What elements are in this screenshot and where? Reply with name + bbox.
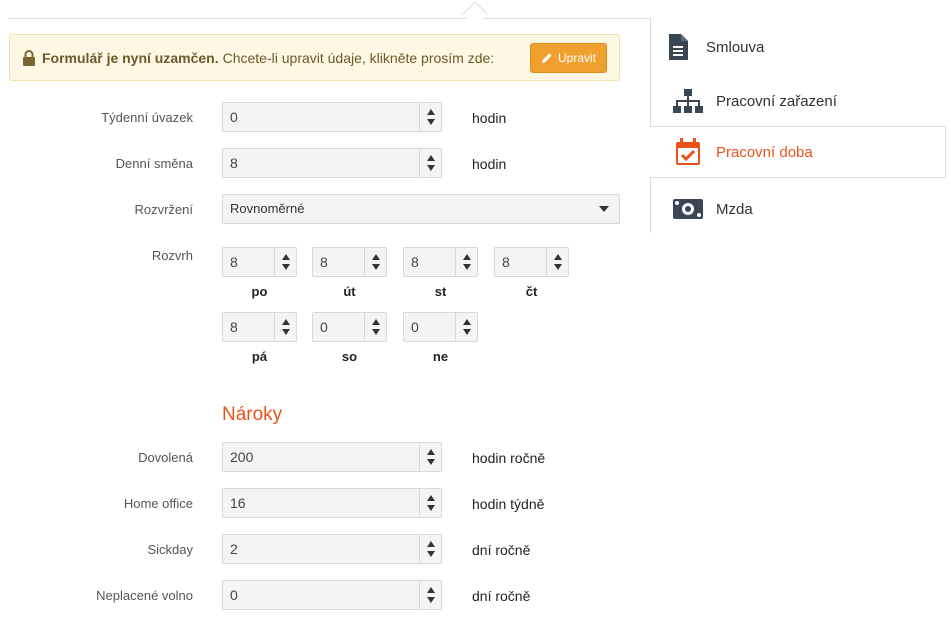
unpaid-leave-unit: dní ročně bbox=[472, 588, 531, 604]
day-label-ut: út bbox=[343, 284, 356, 299]
vacation-unit: hodin ročně bbox=[472, 450, 546, 466]
vacation-label: Dovolená bbox=[138, 450, 193, 465]
day-input-ct[interactable]: 8 bbox=[494, 247, 569, 277]
nav-item-working-hours[interactable]: Pracovní doba bbox=[650, 126, 946, 178]
day-input-st[interactable]: 8 bbox=[403, 247, 478, 277]
org-chart-icon bbox=[668, 88, 708, 114]
nav-label-position: Pracovní zařazení bbox=[716, 92, 837, 110]
home-office-unit: hodin týdně bbox=[472, 496, 545, 512]
day-label-st: st bbox=[434, 284, 447, 299]
day-input-po[interactable]: 8 bbox=[222, 247, 297, 277]
day-input-ne[interactable]: 0 bbox=[403, 312, 478, 342]
nav-label-working-hours: Pracovní doba bbox=[716, 143, 813, 161]
daily-shift-stepper[interactable] bbox=[419, 149, 441, 177]
daily-shift-unit: hodin bbox=[472, 156, 507, 172]
sickday-stepper[interactable] bbox=[419, 535, 441, 563]
alert-text: Chcete-li upravit údaje, klikněte prosím… bbox=[222, 49, 495, 66]
divider-caret bbox=[462, 1, 488, 27]
day-stepper[interactable] bbox=[274, 248, 296, 276]
weekly-hours-unit: hodin bbox=[472, 110, 507, 126]
day-stepper[interactable] bbox=[364, 313, 386, 341]
day-input-ut[interactable]: 8 bbox=[312, 247, 387, 277]
day-input-pa[interactable]: 8 bbox=[222, 312, 297, 342]
vacation-input[interactable]: 200 bbox=[222, 442, 442, 472]
weekly-hours-value: 0 bbox=[230, 109, 238, 125]
nav-item-contract[interactable]: Smlouva bbox=[650, 21, 946, 73]
daily-shift-label: Denní směna bbox=[115, 156, 193, 171]
nav-label-salary: Mzda bbox=[716, 200, 753, 218]
vacation-stepper[interactable] bbox=[419, 443, 441, 471]
document-icon bbox=[658, 33, 698, 61]
day-value: 8 bbox=[230, 319, 238, 335]
home-office-value: 16 bbox=[230, 495, 246, 511]
home-office-stepper[interactable] bbox=[419, 489, 441, 517]
money-icon bbox=[668, 198, 708, 220]
weekly-hours-stepper[interactable] bbox=[419, 103, 441, 131]
unpaid-leave-label: Neplacené volno bbox=[96, 588, 193, 603]
day-label-so: so bbox=[341, 349, 358, 364]
weekly-hours-label: Týdenní úvazek bbox=[101, 110, 193, 125]
top-divider bbox=[8, 18, 651, 19]
day-value: 8 bbox=[502, 254, 510, 270]
unpaid-leave-stepper[interactable] bbox=[419, 581, 441, 609]
day-label-po: po bbox=[251, 284, 268, 299]
daily-shift-input[interactable]: 8 bbox=[222, 148, 442, 178]
vacation-value: 200 bbox=[230, 449, 254, 465]
locked-alert: Formulář je nyní uzamčen. Chcete-li upra… bbox=[9, 34, 620, 81]
calendar-check-icon bbox=[668, 138, 708, 166]
day-value: 0 bbox=[320, 319, 328, 335]
day-label-ne: ne bbox=[432, 349, 449, 364]
day-input-so[interactable]: 0 bbox=[312, 312, 387, 342]
lock-icon bbox=[23, 49, 35, 66]
unpaid-leave-input[interactable]: 0 bbox=[222, 580, 442, 610]
day-stepper[interactable] bbox=[455, 248, 477, 276]
edit-button[interactable]: Upravit bbox=[530, 43, 607, 73]
sickday-input[interactable]: 2 bbox=[222, 534, 442, 564]
day-value: 0 bbox=[411, 319, 419, 335]
distribution-label: Rozvržení bbox=[134, 202, 193, 217]
day-stepper[interactable] bbox=[364, 248, 386, 276]
day-value: 8 bbox=[411, 254, 419, 270]
sickday-value: 2 bbox=[230, 541, 238, 557]
nav-item-salary[interactable]: Mzda bbox=[650, 183, 946, 235]
day-label-pa: pá bbox=[251, 349, 268, 364]
sickday-unit: dní ročně bbox=[472, 542, 531, 558]
day-value: 8 bbox=[230, 254, 238, 270]
schedule-label: Rozvrh bbox=[151, 248, 193, 263]
home-office-input[interactable]: 16 bbox=[222, 488, 442, 518]
day-stepper[interactable] bbox=[546, 248, 568, 276]
pencil-icon bbox=[541, 53, 552, 63]
alert-bold-text: Formulář je nyní uzamčen. bbox=[42, 49, 219, 66]
day-value: 8 bbox=[320, 254, 328, 270]
chevron-down-icon bbox=[599, 206, 609, 212]
home-office-label: Home office bbox=[123, 496, 193, 511]
distribution-select[interactable]: Rovnoměrné bbox=[222, 194, 620, 224]
daily-shift-value: 8 bbox=[230, 155, 238, 171]
weekly-hours-input[interactable]: 0 bbox=[222, 102, 442, 132]
edit-button-label: Upravit bbox=[557, 51, 596, 65]
distribution-value: Rovnoměrné bbox=[230, 201, 305, 216]
sickday-label: Sickday bbox=[147, 542, 193, 557]
claims-title: Nároky bbox=[222, 404, 283, 425]
unpaid-leave-value: 0 bbox=[230, 587, 238, 603]
day-stepper[interactable] bbox=[274, 313, 296, 341]
nav-label-contract: Smlouva bbox=[706, 38, 765, 56]
nav-item-position[interactable]: Pracovní zařazení bbox=[650, 75, 946, 127]
day-stepper[interactable] bbox=[455, 313, 477, 341]
day-label-ct: čt bbox=[525, 284, 538, 299]
